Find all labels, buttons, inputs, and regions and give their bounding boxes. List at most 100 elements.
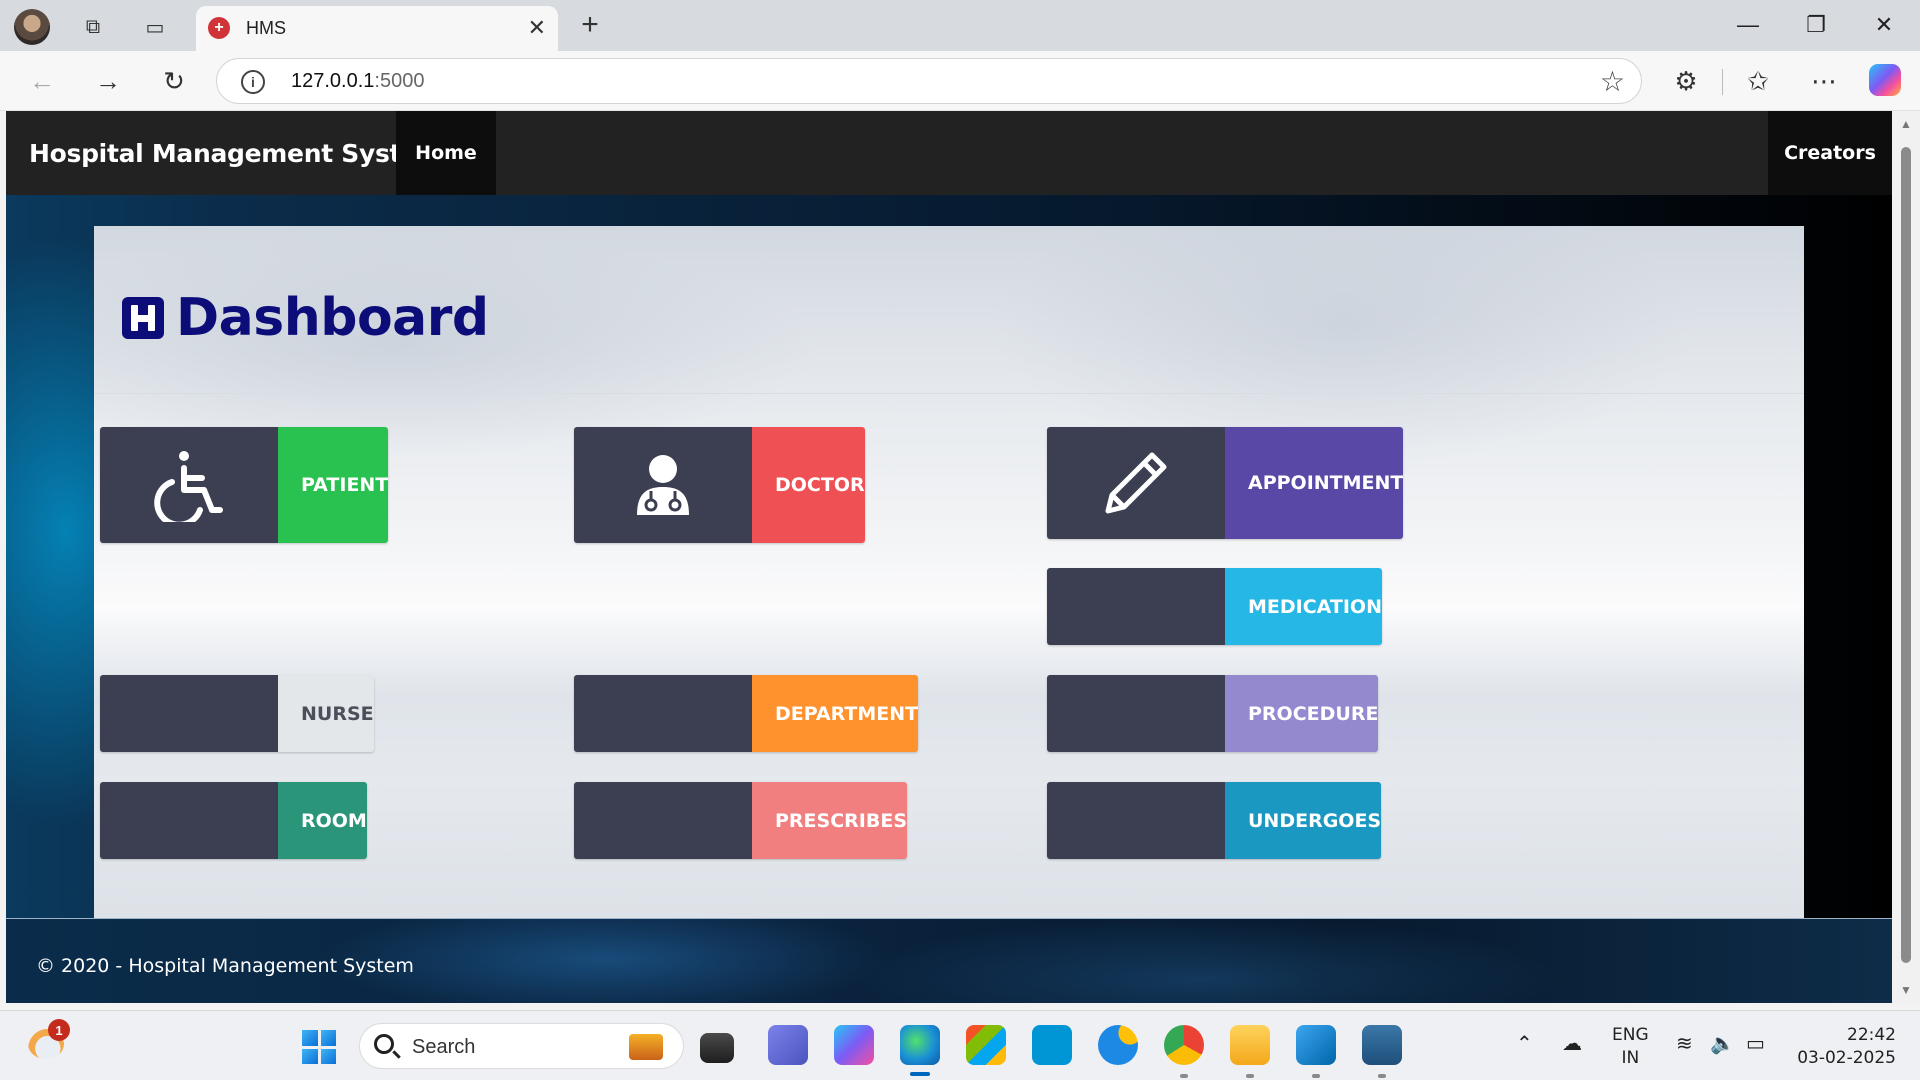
back-arrow-icon[interactable]: ← [22,61,62,101]
address-bar[interactable]: i 127.0.0.1:5000 ☆ [216,58,1642,104]
language-code: ENG [1612,1025,1649,1045]
briefcase-icon [629,1034,663,1060]
workspaces-icon[interactable]: ⧉ [76,10,110,44]
card-prescribes[interactable]: PRESCRIBES [574,782,908,859]
file-explorer-icon[interactable] [1230,1025,1270,1065]
hospital-icon [122,297,164,339]
card-medication[interactable]: MEDICATION [1047,568,1382,645]
card-nurse[interactable]: NURSE [100,675,374,752]
card-doctor-label: DOCTOR [752,427,865,543]
more-menu-icon[interactable]: ⋯ [1804,61,1844,101]
volume-icon[interactable]: 🔈 [1710,1031,1735,1056]
card-nurse-label: NURSE [278,675,374,752]
title-divider [94,393,1804,394]
browser-tab-strip: ⧉ ▭ + HMS ✕ + — ❐ ✕ [0,0,1920,51]
card-patient[interactable]: PATIENT [100,427,389,543]
help-icon[interactable] [1098,1025,1138,1065]
wheelchair-icon [100,427,278,543]
card-procedure-label: PROCEDURE [1225,675,1379,752]
card-doctor[interactable]: DOCTOR [574,427,865,543]
forward-arrow-icon[interactable]: → [88,61,128,101]
page-title-text: Dashboard [176,288,489,348]
running-indicator [1378,1074,1386,1078]
copilot-app-icon[interactable] [834,1025,874,1065]
card-patient-label: PATIENT [278,427,389,543]
address-url[interactable]: 127.0.0.1:5000 [291,70,424,93]
card-procedure[interactable]: PROCEDURE [1047,675,1379,752]
page-scrollbar[interactable]: ▲ ▼ [1892,111,1920,1003]
profile-avatar[interactable] [14,9,50,45]
running-indicator [1312,1074,1320,1078]
windows-start-icon[interactable] [302,1030,336,1064]
minimize-button[interactable]: — [1718,6,1778,44]
clock-time: 22:42 [1847,1025,1896,1045]
language-indicator[interactable]: ENG IN [1612,1024,1649,1070]
close-tab-icon[interactable]: ✕ [528,15,546,41]
store-icon[interactable] [966,1025,1006,1065]
clock-date: 03-02-2025 [1797,1048,1896,1068]
scrollbar-thumb[interactable] [1901,147,1911,963]
card-prescribes-label: PRESCRIBES [752,782,908,859]
wifi-icon[interactable]: ≋ [1676,1031,1693,1056]
system-clock[interactable]: 22:42 03-02-2025 [1790,1024,1896,1070]
site-brand[interactable]: Hospital Management System [29,139,444,168]
card-prescribes-icon-area [574,782,752,859]
chrome-icon[interactable] [1164,1025,1204,1065]
running-indicator [1246,1074,1254,1078]
card-appointment-label: APPOINTMENT [1225,427,1404,539]
card-undergoes[interactable]: UNDERGOES [1047,782,1382,859]
page-title: Dashboard [122,288,489,348]
taskbar: 1 Search ⌃ ☁ ENG IN ≋ 🔈 ▭ 22:42 03-02-20… [0,1010,1920,1080]
card-undergoes-icon-area [1047,782,1225,859]
toolbar-divider [1722,69,1723,95]
chevron-up-icon[interactable]: ⌃ [1516,1031,1533,1056]
card-department-label: DEPARTMENT [752,675,919,752]
new-tab-button[interactable]: + [572,8,608,42]
tab-title: HMS [246,18,286,38]
site-navbar: Hospital Management System Home Creators [6,111,1892,195]
region-code: IN [1621,1048,1640,1068]
task-view-icon[interactable] [700,1033,734,1063]
browser-toolbar: ← → ↻ i 127.0.0.1:5000 ☆ ⚙ ✩ ⋯ [0,51,1920,111]
page-viewport: Hospital Management System Home Creators… [6,111,1892,1003]
nav-home-link[interactable]: Home [396,111,496,195]
teams-icon[interactable] [768,1025,808,1065]
vscode-icon[interactable] [1296,1025,1336,1065]
nav-creators-link[interactable]: Creators [1768,111,1892,195]
card-medication-icon-area [1047,568,1225,645]
close-window-button[interactable]: ✕ [1854,6,1914,44]
refresh-icon[interactable]: ↻ [154,61,194,101]
card-room[interactable]: ROOM [100,782,367,859]
battery-icon[interactable]: ▭ [1746,1031,1765,1056]
dashboard-panel: Dashboard PATIENT DOCTOR APPOINTMENT MED… [94,226,1804,918]
pencil-icon [1047,427,1225,539]
card-appointment[interactable]: APPOINTMENT [1047,427,1404,539]
scroll-up-icon[interactable]: ▲ [1900,117,1912,131]
edge-icon[interactable] [900,1025,940,1065]
restore-button[interactable]: ❐ [1786,6,1846,44]
running-indicator [1180,1074,1188,1078]
myhp-icon[interactable] [1032,1025,1072,1065]
taskbar-search[interactable]: Search [359,1023,684,1069]
browser-tab[interactable]: + HMS ✕ [196,6,558,51]
site-info-icon[interactable]: i [241,70,265,94]
onedrive-icon[interactable]: ☁ [1562,1031,1582,1056]
card-room-label: ROOM [278,782,367,859]
search-icon [374,1034,394,1054]
card-nurse-icon-area [100,675,278,752]
favorite-star-icon[interactable]: ☆ [1600,65,1625,98]
card-procedure-icon-area [1047,675,1225,752]
scroll-down-icon[interactable]: ▼ [1900,983,1912,997]
footer-copyright: © 2020 - Hospital Management System [36,955,414,977]
doctor-icon [574,427,752,543]
extensions-icon[interactable]: ⚙ [1666,61,1706,101]
red-cross-icon: + [208,17,230,39]
active-app-indicator [910,1072,930,1076]
card-medication-label: MEDICATION [1225,568,1382,645]
postgresql-icon[interactable] [1362,1025,1402,1065]
taskbar-search-label: Search [412,1036,476,1058]
vertical-tabs-icon[interactable]: ▭ [138,10,172,44]
copilot-icon[interactable] [1869,64,1901,96]
favorites-icon[interactable]: ✩ [1738,61,1778,101]
card-department[interactable]: DEPARTMENT [574,675,919,752]
